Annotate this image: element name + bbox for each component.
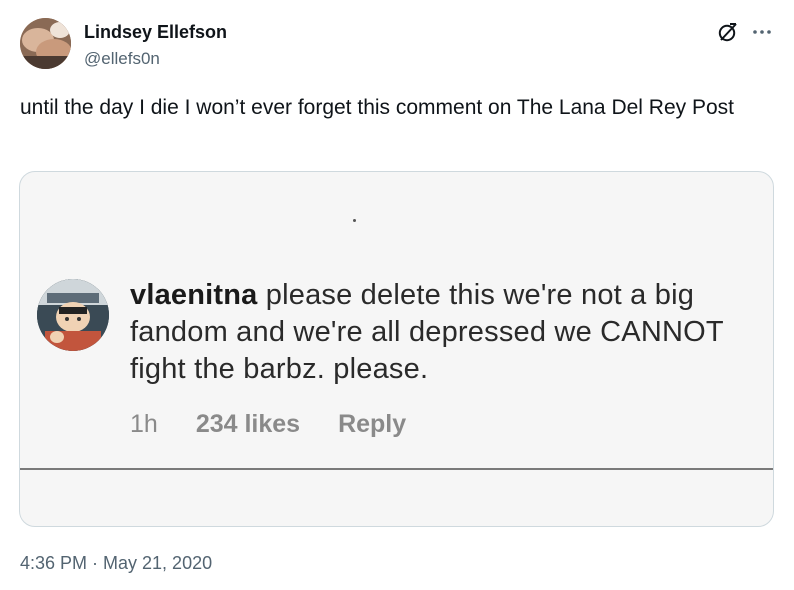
anime-avatar-image	[37, 279, 109, 351]
commenter-avatar	[37, 279, 109, 351]
tweet-header-actions	[716, 20, 774, 44]
ellipsis-icon	[753, 30, 771, 34]
comment-username: vlaenitna	[130, 279, 258, 311]
author-name[interactable]: Lindsey Ellefson	[84, 21, 227, 43]
grok-icon[interactable]	[716, 20, 740, 44]
tweet-timestamp[interactable]: 4:36 PM · May 21, 2020	[20, 551, 212, 575]
tweet: Lindsey Ellefson @ellefs0n until the day…	[0, 0, 794, 590]
more-options-icon[interactable]	[750, 20, 774, 44]
comment-reply: Reply	[338, 410, 407, 438]
media-divider	[20, 468, 773, 470]
tweet-media-image[interactable]: vlaenitna please delete this we're not a…	[19, 171, 774, 527]
media-speck	[353, 219, 356, 222]
author-handle[interactable]: @ellefs0n	[84, 48, 160, 70]
comment-likes: 234 likes	[195, 410, 301, 438]
tweet-text: until the day I die I won’t ever forget …	[20, 96, 734, 119]
comment-body: vlaenitna please delete this we're not a…	[130, 277, 750, 388]
author-avatar[interactable]	[20, 18, 71, 69]
comment-meta: 1h 234 likes Reply	[130, 408, 406, 440]
comment-time: 1h	[130, 410, 158, 438]
avatar-photo	[20, 18, 71, 69]
